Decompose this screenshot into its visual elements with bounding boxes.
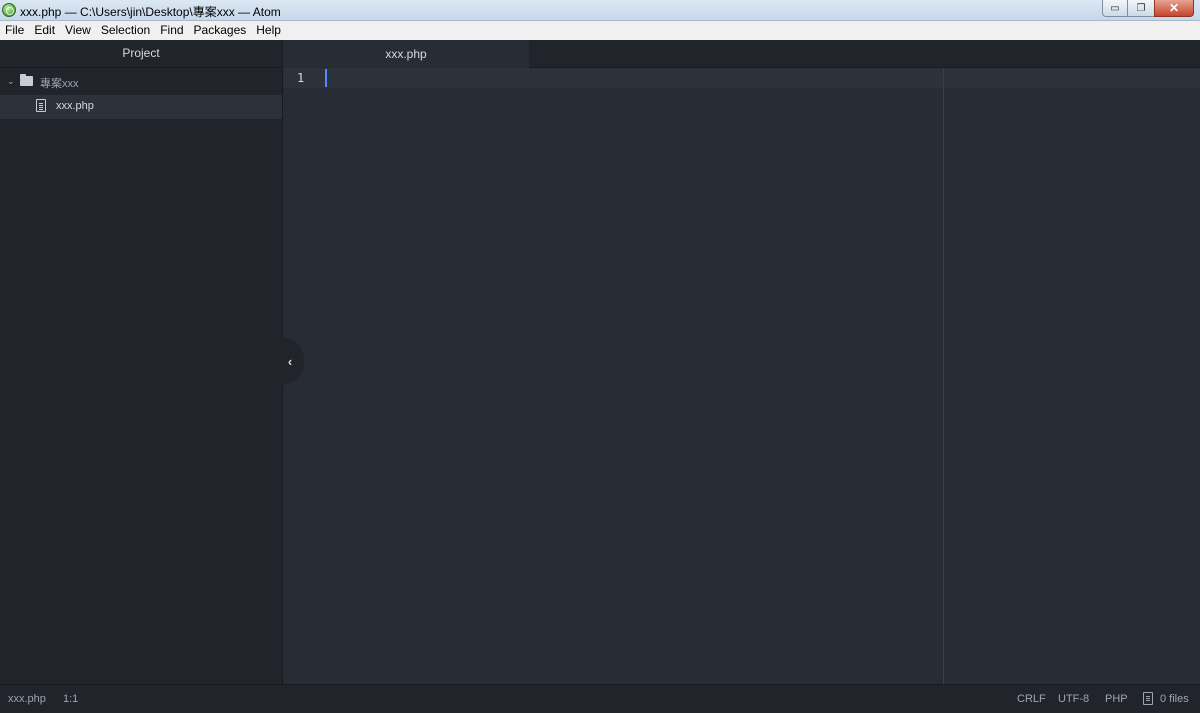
close-button[interactable]: ✕ bbox=[1154, 0, 1194, 17]
status-bar: xxx.php 1:1 CRLF UTF-8 PHP 0 files bbox=[0, 684, 1200, 713]
window-title: xxx.php — C:\Users\jin\Desktop\專案xxx — A… bbox=[20, 5, 281, 19]
cursor-line-highlight bbox=[283, 68, 1200, 88]
status-encoding[interactable]: UTF-8 bbox=[1058, 693, 1089, 705]
tab-bar: xxx.php bbox=[283, 40, 1200, 68]
wrap-guide bbox=[943, 68, 944, 684]
menu-file[interactable]: File bbox=[0, 21, 29, 40]
menu-help[interactable]: Help bbox=[251, 21, 286, 40]
project-tree-panel: Project ⌄ 專案xxx xxx.php bbox=[0, 40, 283, 684]
atom-app-icon[interactable] bbox=[2, 3, 16, 17]
folder-label: 專案xxx bbox=[40, 78, 79, 90]
text-editor[interactable]: 1 bbox=[283, 68, 1200, 684]
file-label: xxx.php bbox=[56, 100, 94, 112]
tree-folder-item[interactable]: ⌄ 專案xxx bbox=[0, 70, 282, 94]
status-grammar[interactable]: PHP bbox=[1105, 693, 1128, 705]
menu-view[interactable]: View bbox=[60, 21, 96, 40]
status-cursor-position[interactable]: 1:1 bbox=[63, 693, 78, 705]
file-icon bbox=[36, 99, 46, 112]
menu-bar: File Edit View Selection Find Packages H… bbox=[0, 21, 1200, 41]
window-controls: ▭ ❐ ✕ bbox=[1102, 0, 1194, 18]
folder-icon bbox=[20, 74, 33, 86]
menu-selection[interactable]: Selection bbox=[96, 21, 155, 40]
line-number: 1 bbox=[297, 71, 305, 85]
tab-xxx-php[interactable]: xxx.php bbox=[283, 40, 529, 68]
files-icon bbox=[1143, 692, 1153, 705]
text-caret bbox=[325, 69, 327, 87]
menu-edit[interactable]: Edit bbox=[29, 21, 60, 40]
maximize-button[interactable]: ❐ bbox=[1128, 0, 1154, 17]
tree-panel-header[interactable]: Project bbox=[0, 40, 282, 68]
menu-packages[interactable]: Packages bbox=[189, 21, 252, 40]
tree-file-item[interactable]: xxx.php bbox=[0, 95, 282, 119]
chevron-down-icon[interactable]: ⌄ bbox=[7, 76, 15, 87]
status-file-name[interactable]: xxx.php bbox=[8, 693, 46, 705]
minimize-button[interactable]: ▭ bbox=[1102, 0, 1128, 17]
status-files-count[interactable]: 0 files bbox=[1160, 693, 1189, 705]
menu-find[interactable]: Find bbox=[155, 21, 188, 40]
status-line-ending[interactable]: CRLF bbox=[1017, 693, 1046, 705]
title-bar: xxx.php — C:\Users\jin\Desktop\專案xxx — A… bbox=[0, 0, 1200, 21]
